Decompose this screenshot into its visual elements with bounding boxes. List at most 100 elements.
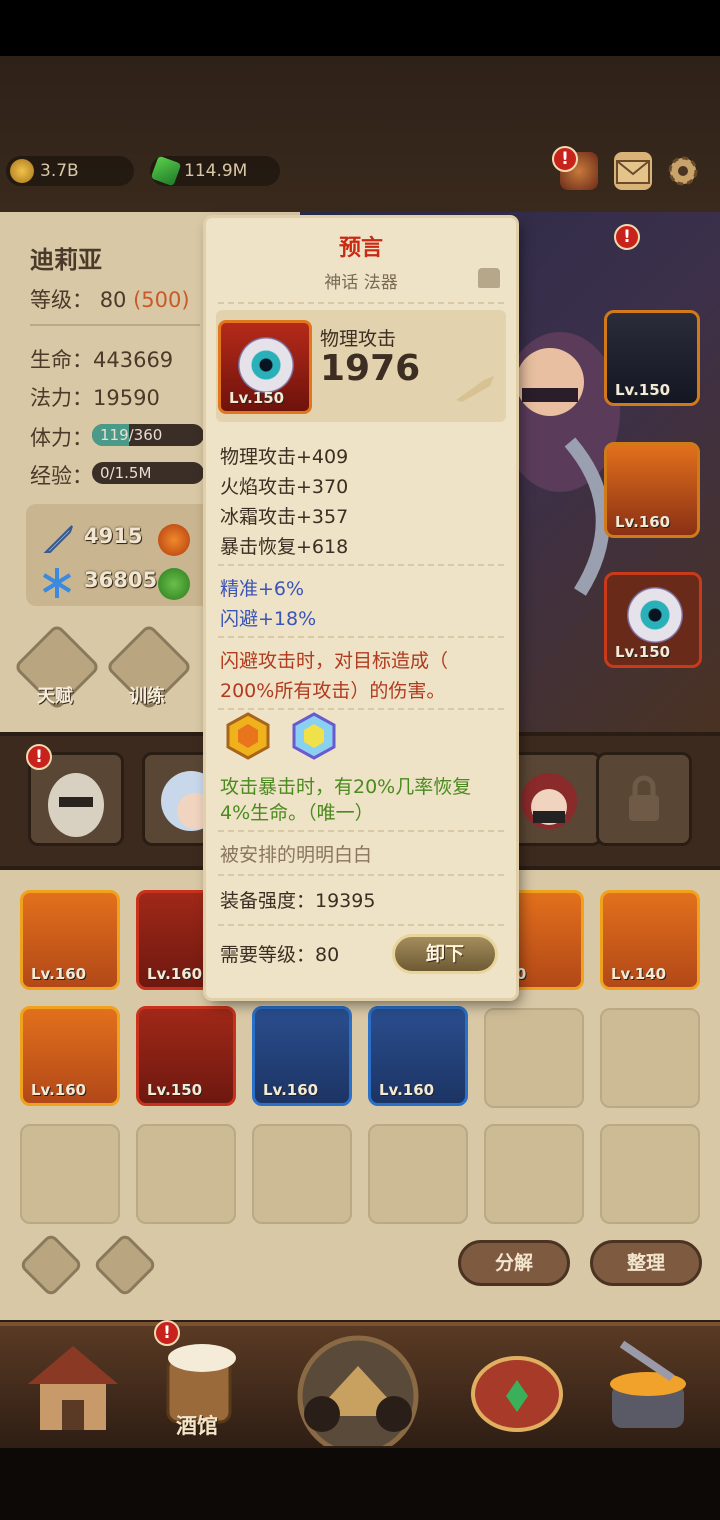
- alert-icon: !: [614, 224, 640, 250]
- nav-house-icon[interactable]: [18, 1334, 128, 1438]
- inventory-empty-slot[interactable]: [600, 1008, 700, 1108]
- train-label: 训练: [129, 686, 165, 707]
- gold-gem-socket-icon: [224, 712, 272, 760]
- eye-artifact-icon: [627, 587, 683, 643]
- gem-counter: 114.9M: [150, 155, 280, 187]
- inventory-item[interactable]: Lv.160: [20, 890, 120, 990]
- divider: [218, 874, 504, 876]
- decompose-button[interactable]: 分解: [458, 1240, 570, 1286]
- inventory-item[interactable]: Lv.160: [252, 1006, 352, 1106]
- divider: [218, 708, 504, 710]
- item-rarity-type: 神话 法器: [324, 273, 398, 293]
- inventory-item[interactable]: Lv.140: [600, 890, 700, 990]
- nav-tavern-label: 酒馆: [176, 1414, 218, 1438]
- effect-text-line: 闪避攻击时，对目标造成（: [220, 650, 449, 672]
- fire-icon: [158, 524, 190, 556]
- hero-slot-assassin[interactable]: [506, 752, 602, 846]
- stat-line: 火焰攻击+370: [220, 476, 349, 498]
- item-level: Lv.160: [263, 1081, 319, 1099]
- mp-value: 19590: [93, 386, 160, 410]
- gem-effect-line: 4%生命。（唯一）: [220, 802, 374, 824]
- effect-text-line: 200%所有攻击）的伤害。: [220, 680, 446, 702]
- stamina-value: 119/360: [100, 426, 163, 444]
- inventory-empty-slot[interactable]: [20, 1124, 120, 1224]
- alert-icon: !: [26, 744, 52, 770]
- divider: [218, 924, 504, 926]
- rainbow-gem-socket-icon: [290, 712, 338, 760]
- unequip-button[interactable]: 卸下: [392, 934, 498, 974]
- item-level: Lv.160: [379, 1081, 435, 1099]
- alert-icon: !: [552, 146, 578, 172]
- exp-value: 0/1.5M: [100, 464, 152, 482]
- sword-icon: [42, 522, 76, 556]
- character-name: 迪莉亚: [30, 246, 102, 274]
- level-row: 等级： 80 (500): [30, 284, 190, 314]
- hp-row: 生命：443669: [30, 344, 173, 374]
- stamina-bar: 119/360: [92, 424, 204, 446]
- item-tooltip: 预言 神话 法器 Lv.150 物理攻击 1976 物理攻击+409 火焰攻击+…: [206, 218, 516, 998]
- frost-icon: [40, 566, 74, 600]
- equip-level: Lv.150: [615, 643, 671, 661]
- nav-adventure-icon[interactable]: [282, 1326, 434, 1457]
- inventory-item[interactable]: Lv.160: [368, 1006, 468, 1106]
- weapon-silhouette-icon: [454, 374, 498, 404]
- required-level: 需要等级：80: [220, 944, 340, 966]
- nav-forge-icon[interactable]: [592, 1334, 702, 1438]
- item-icon: Lv.150: [218, 320, 312, 414]
- divider: [30, 324, 200, 326]
- item-level: Lv.160: [31, 1081, 87, 1099]
- sort-button[interactable]: 整理: [590, 1240, 702, 1286]
- equip-slot-armor[interactable]: Lv.160: [604, 442, 700, 538]
- stat-line: 物理攻击+409: [220, 446, 349, 468]
- equip-level: Lv.150: [615, 381, 671, 399]
- gold-value: 3.7B: [40, 161, 79, 181]
- gem-value: 114.9M: [184, 161, 248, 181]
- equip-slot-artifact[interactable]: Lv.150: [604, 572, 702, 668]
- system-nav-area: [0, 1448, 720, 1520]
- divider: [218, 302, 504, 304]
- top-hud: [0, 56, 720, 216]
- bonus-stat-line: 精准+6%: [220, 578, 305, 600]
- game-screen: 3.7B 114.9M ! 迪莉亚 等级： 80 (500) 生命：443669…: [0, 0, 720, 1520]
- exp-bar: 0/1.5M: [92, 462, 204, 484]
- inventory-empty-slot[interactable]: [600, 1124, 700, 1224]
- equip-type-icon: [478, 268, 500, 288]
- divider: [218, 636, 504, 638]
- gem-effect-line: 攻击暴击时，有20%几率恢复: [220, 776, 472, 798]
- inventory-empty-slot[interactable]: [368, 1124, 468, 1224]
- green-gem-icon: [150, 155, 182, 187]
- mp-row: 法力：19590: [30, 382, 160, 412]
- inventory-empty-slot[interactable]: [136, 1124, 236, 1224]
- attack-value: 4915: [84, 524, 143, 548]
- item-level: Lv.160: [31, 965, 87, 983]
- inventory-item[interactable]: Lv.150: [136, 1006, 236, 1106]
- mp-label: 法力：: [30, 386, 93, 410]
- hp-value: 443669: [93, 348, 174, 372]
- item-name: 预言: [338, 236, 383, 261]
- item-level: Lv.150: [229, 389, 285, 407]
- hero-slot-locked[interactable]: [596, 752, 692, 846]
- poison-icon: [158, 568, 190, 600]
- stamina-label: 体力：: [30, 426, 93, 450]
- inventory-empty-slot[interactable]: [484, 1008, 584, 1108]
- gold-counter: 3.7B: [6, 156, 134, 186]
- divider: [218, 830, 504, 832]
- talent-label: 天赋: [37, 686, 73, 707]
- equip-slot-ring[interactable]: Lv.150: [604, 310, 700, 406]
- mail-icon[interactable]: [614, 152, 652, 190]
- defense-value: 36805: [84, 568, 158, 592]
- gold-coin-icon: [10, 159, 34, 183]
- inventory-empty-slot[interactable]: [484, 1124, 584, 1224]
- primary-stat-value: 1976: [320, 348, 421, 389]
- gear-power: 装备强度：19395: [220, 890, 376, 912]
- inventory-item[interactable]: Lv.160: [20, 1006, 120, 1106]
- eye-artifact-icon: [238, 337, 294, 393]
- alert-icon: !: [154, 1320, 180, 1346]
- settings-gear-icon[interactable]: [664, 152, 702, 190]
- level-value: 80: [99, 288, 127, 312]
- stat-line: 暴击恢复+618: [220, 536, 349, 558]
- nav-guild-icon[interactable]: [462, 1334, 572, 1438]
- inventory-empty-slot[interactable]: [252, 1124, 352, 1224]
- hp-label: 生命：: [30, 348, 93, 372]
- stat-line: 冰霜攻击+357: [220, 506, 349, 528]
